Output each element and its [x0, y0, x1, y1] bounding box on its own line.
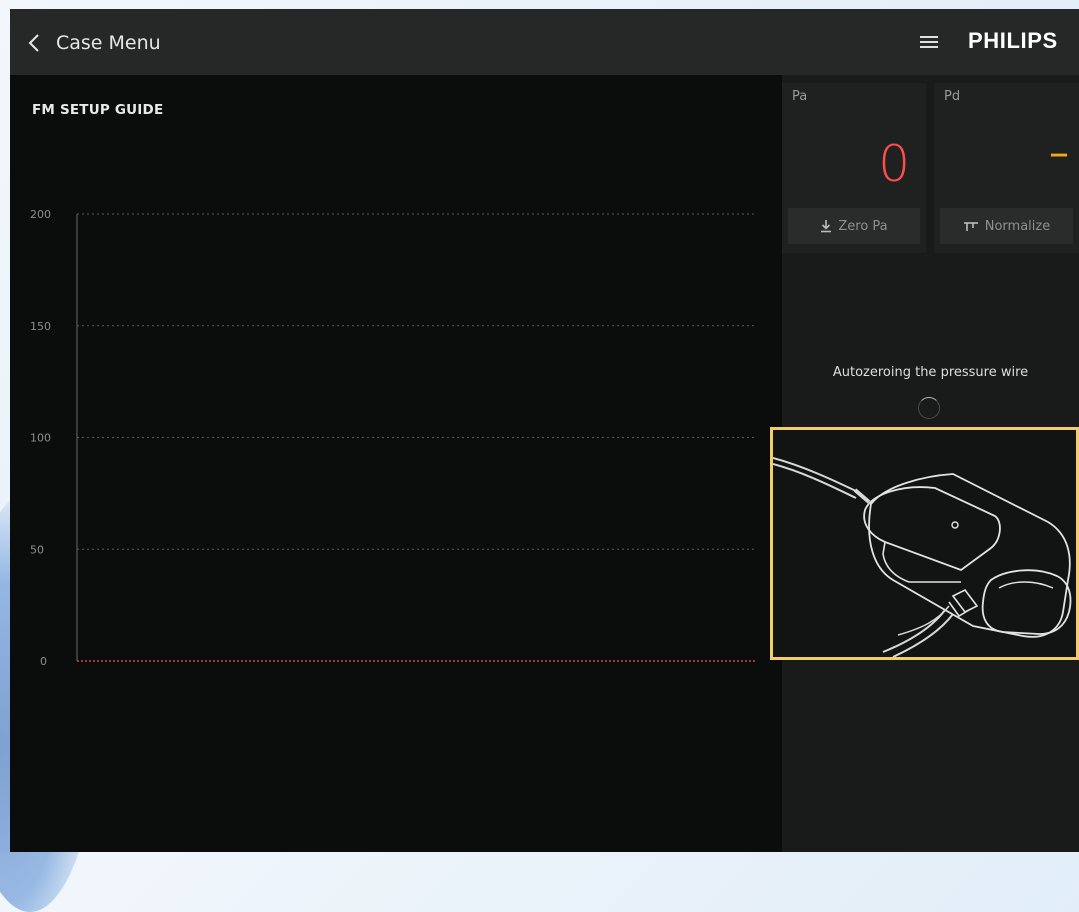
back-label: Case Menu: [56, 32, 161, 54]
y-tick-label: 200: [30, 208, 51, 221]
page-title: FM SETUP GUIDE: [32, 102, 164, 118]
normalize-button[interactable]: Normalize: [940, 208, 1073, 244]
y-tick-label: 50: [30, 543, 44, 556]
pressure-wire-device-icon: [772, 457, 1072, 658]
zero-download-icon: [821, 220, 832, 233]
top-bar: Case Menu PHILIPS: [10, 9, 1079, 75]
pressure-chart: 200 150 100 50 0: [30, 208, 755, 668]
normalize-label: Normalize: [984, 218, 1051, 234]
pd-value: –: [1049, 130, 1069, 176]
pd-label: Pd: [944, 89, 961, 104]
y-tick-label: 150: [30, 320, 51, 333]
brand-logo: PHILIPS: [968, 28, 1058, 53]
pa-card: Pa 0 Zero Pa: [782, 83, 926, 253]
app-window: Case Menu PHILIPS FM SETUP GUIDE 200 150 1…: [10, 9, 1079, 852]
back-button[interactable]: Case Menu: [28, 29, 161, 57]
loading-spinner: [918, 397, 940, 419]
y-tick-label: 0: [40, 655, 47, 668]
hamburger-menu-icon[interactable]: [920, 35, 940, 49]
zero-pa-label: Zero Pa: [838, 218, 888, 234]
pa-label: Pa: [792, 89, 808, 104]
pd-card: Pd – Normalize: [934, 83, 1079, 253]
pa-value: 0: [878, 135, 910, 193]
normalize-icon: [963, 222, 978, 231]
y-tick-label: 100: [30, 432, 51, 445]
zero-pa-button[interactable]: Zero Pa: [788, 208, 920, 244]
device-illustration: [770, 427, 1079, 660]
autozero-status: Autozeroing the pressure wire: [832, 365, 1029, 380]
chevron-left-icon: [28, 34, 39, 52]
